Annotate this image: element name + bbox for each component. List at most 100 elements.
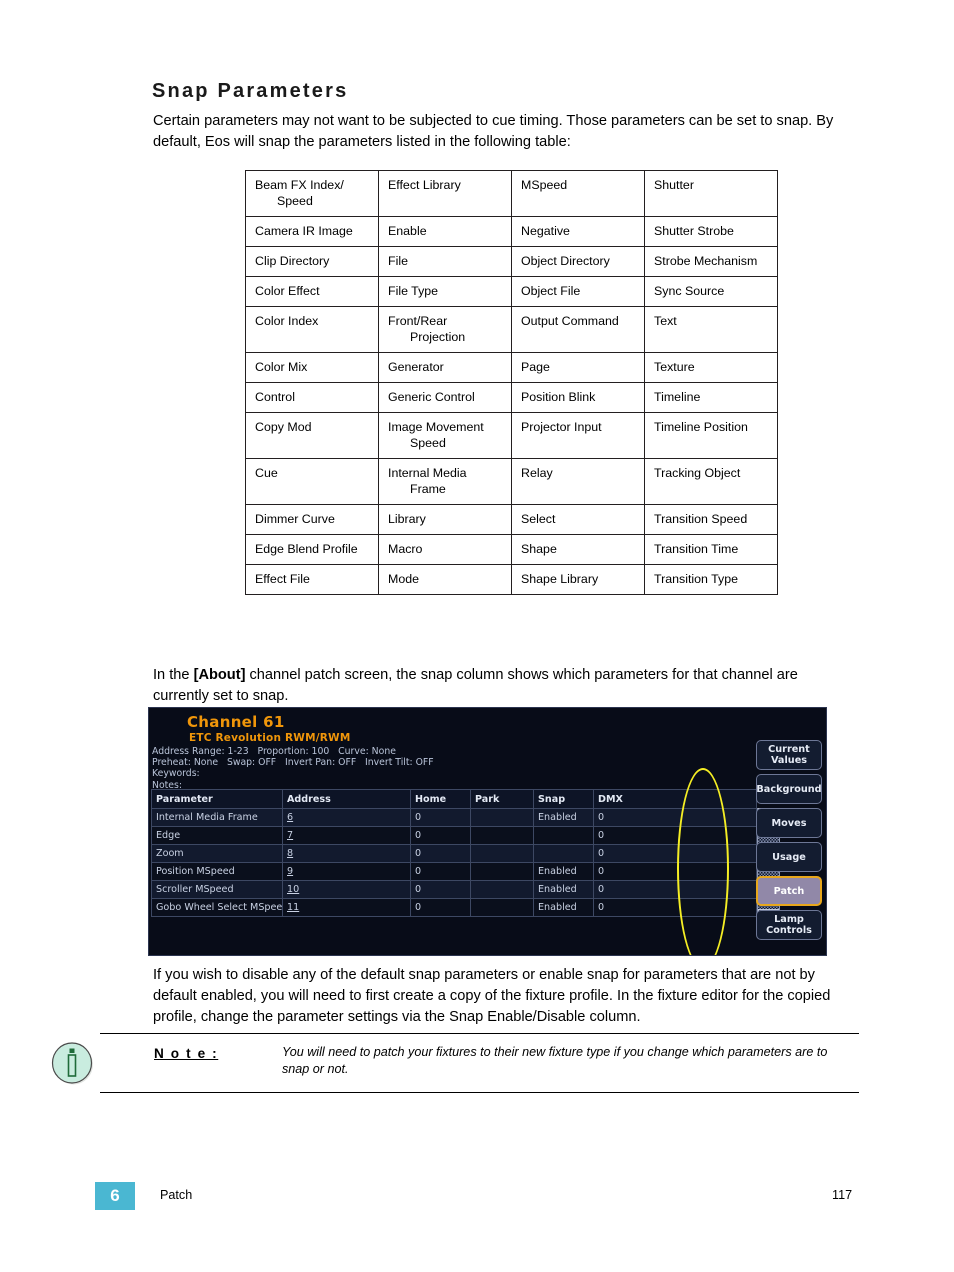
snap-table-cell: Sync Source — [644, 276, 778, 307]
eos-cell-address[interactable]: 11 — [282, 898, 411, 917]
eos-cell-address[interactable]: 10 — [282, 880, 411, 899]
snap-table-cell: Generic Control — [378, 382, 512, 413]
snap-table-row: Control Generic Control Position Blink Time… — [245, 382, 778, 413]
eos-column-header-dmx[interactable]: DMX — [593, 789, 757, 809]
snap-table-cell: Text — [644, 306, 778, 353]
eos-button-lamp-controls[interactable]: Lamp Controls — [756, 910, 822, 940]
snap-table-cell-text: Effect Library — [388, 178, 461, 192]
snap-table-row: Color Mix Generator Page Texture — [245, 352, 778, 383]
eos-parameter-row[interactable]: Zoom 8 0 0 — [151, 844, 757, 863]
eos-cell-parameter[interactable]: Edge — [151, 826, 283, 845]
snap-table-cell: Effect File — [245, 564, 379, 595]
eos-cell-park[interactable] — [470, 844, 534, 863]
snap-table-row: Color Effect File Type Object File Sync Sou… — [245, 276, 778, 307]
eos-cell-park[interactable] — [470, 826, 534, 845]
eos-cell-snap[interactable] — [533, 844, 594, 863]
snap-table-row: Edge Blend Profile Macro Shape Transition T… — [245, 534, 778, 565]
snap-table-cell-text: Color Effect — [255, 284, 320, 298]
snap-table-cell: Mode — [378, 564, 512, 595]
snap-table-cell-text: Beam FX Index/ Speed — [255, 178, 344, 208]
eos-cell-snap[interactable]: Enabled — [533, 862, 594, 881]
snap-table-cell: Color Index — [245, 306, 379, 353]
eos-cell-dmx[interactable]: 0 — [593, 808, 757, 827]
snap-table-cell: Transition Speed — [644, 504, 778, 535]
snap-table-row: Beam FX Index/ Speed Effect Library MSpeed… — [245, 170, 778, 217]
snap-table-cell-text: Shape — [521, 542, 557, 556]
eos-column-header-parameter[interactable]: Parameter — [151, 789, 283, 809]
eos-cell-dmx[interactable]: 0 — [593, 880, 757, 899]
eos-parameter-row[interactable]: Gobo Wheel Select MSpeed 11 0 Enabled 0 — [151, 898, 757, 917]
eos-cell-dmx[interactable]: 0 — [593, 898, 757, 917]
snap-table-cell: Edge Blend Profile — [245, 534, 379, 565]
eos-cell-parameter[interactable]: Zoom — [151, 844, 283, 863]
eos-cell-snap[interactable]: Enabled — [533, 808, 594, 827]
snap-table-cell-text: Control — [255, 390, 295, 404]
eos-cell-home[interactable]: 0 — [410, 844, 471, 863]
intro-paragraph: Certain parameters may not want to be su… — [153, 113, 834, 150]
eos-parameter-row[interactable]: Position MSpeed 9 0 Enabled 0 — [151, 862, 757, 881]
eos-cell-snap[interactable] — [533, 826, 594, 845]
eos-cell-address[interactable]: 7 — [282, 826, 411, 845]
snap-table-cell: File Type — [378, 276, 512, 307]
chapter-badge: 6 — [95, 1182, 135, 1210]
eos-cell-dmx[interactable]: 0 — [593, 844, 757, 863]
eos-cell-park[interactable] — [470, 880, 534, 899]
eos-cell-home[interactable]: 0 — [410, 898, 471, 917]
snap-table-row: Dimmer Curve Library Select Transition Spee… — [245, 504, 778, 535]
snap-table-cell-text: Transition Speed — [654, 512, 748, 526]
eos-cell-address[interactable]: 8 — [282, 844, 411, 863]
eos-button-current-values[interactable]: Current Values — [756, 740, 822, 770]
eos-cell-park[interactable] — [470, 862, 534, 881]
eos-cell-address[interactable]: 6 — [282, 808, 411, 827]
eos-cell-home[interactable]: 0 — [410, 880, 471, 899]
snap-table-cell-text: Color Mix — [255, 360, 308, 374]
eos-cell-address[interactable]: 9 — [282, 862, 411, 881]
snap-table-cell: Tracking Object — [644, 458, 778, 505]
about-keyword: [About] — [193, 667, 246, 683]
snap-table-cell-text: File — [388, 254, 408, 268]
eos-column-header-home[interactable]: Home — [410, 789, 471, 809]
eos-cell-parameter[interactable]: Position MSpeed — [151, 862, 283, 881]
eos-cell-home[interactable]: 0 — [410, 808, 471, 827]
snap-table-cell-text: Dimmer Curve — [255, 512, 335, 526]
eos-grid-body: Internal Media Frame 6 0 Enabled 0 Edge 7 0 0 Zoo… — [151, 808, 757, 917]
eos-button-patch[interactable]: Patch — [756, 876, 822, 906]
eos-button-background[interactable]: Background — [756, 774, 822, 804]
eos-cell-snap[interactable]: Enabled — [533, 898, 594, 917]
eos-column-header-address[interactable]: Address — [282, 789, 411, 809]
eos-cell-snap[interactable]: Enabled — [533, 880, 594, 899]
eos-cell-parameter[interactable]: Scroller MSpeed — [151, 880, 283, 899]
page-title: Snap Parameters — [152, 80, 349, 102]
eos-column-header-snap[interactable]: Snap — [533, 789, 594, 809]
eos-cell-park[interactable] — [470, 808, 534, 827]
snap-table-row: Cue Internal Media Frame Relay Tracking Obj… — [245, 458, 778, 505]
eos-parameter-row[interactable]: Internal Media Frame 6 0 Enabled 0 — [151, 808, 757, 827]
eos-cell-parameter[interactable]: Gobo Wheel Select MSpeed — [151, 898, 283, 917]
eos-cell-park[interactable] — [470, 898, 534, 917]
snap-table-cell-text: Negative — [521, 224, 570, 238]
note-label: N o t e : — [154, 1046, 219, 1061]
eos-cell-parameter[interactable]: Internal Media Frame — [151, 808, 283, 827]
snap-table-cell: Cue — [245, 458, 379, 505]
snap-table-cell: Projector Input — [511, 412, 645, 459]
eos-button-usage[interactable]: Usage — [756, 842, 822, 872]
snap-table-cell-text: Generator — [388, 360, 444, 374]
snap-table-row: Camera IR Image Enable Negative Shutter Str… — [245, 216, 778, 247]
eos-parameter-row[interactable]: Scroller MSpeed 10 0 Enabled 0 — [151, 880, 757, 899]
snap-table-cell: Front/Rear Projection — [378, 306, 512, 353]
snap-table-cell-text: Internal Media Frame — [388, 466, 467, 496]
snap-table-cell-text: Output Command — [521, 314, 619, 328]
eos-parameter-row[interactable]: Edge 7 0 0 — [151, 826, 757, 845]
info-icon — [51, 1042, 93, 1085]
eos-cell-dmx[interactable]: 0 — [593, 826, 757, 845]
eos-cell-dmx[interactable]: 0 — [593, 862, 757, 881]
eos-cell-home[interactable]: 0 — [410, 862, 471, 881]
eos-channel-meta: Address Range: 1-23 Proportion: 100 Curv… — [152, 746, 434, 791]
eos-grid-header-row: Parameter Address Home Park Snap DMX — [151, 789, 757, 809]
eos-column-header-park[interactable]: Park — [470, 789, 534, 809]
note-top-divider — [100, 1033, 859, 1034]
eos-button-moves[interactable]: Moves — [756, 808, 822, 838]
snap-table-row: Copy Mod Image Movement Speed Projector In… — [245, 412, 778, 459]
eos-cell-home[interactable]: 0 — [410, 826, 471, 845]
snap-table-cell-text: Mode — [388, 572, 419, 586]
